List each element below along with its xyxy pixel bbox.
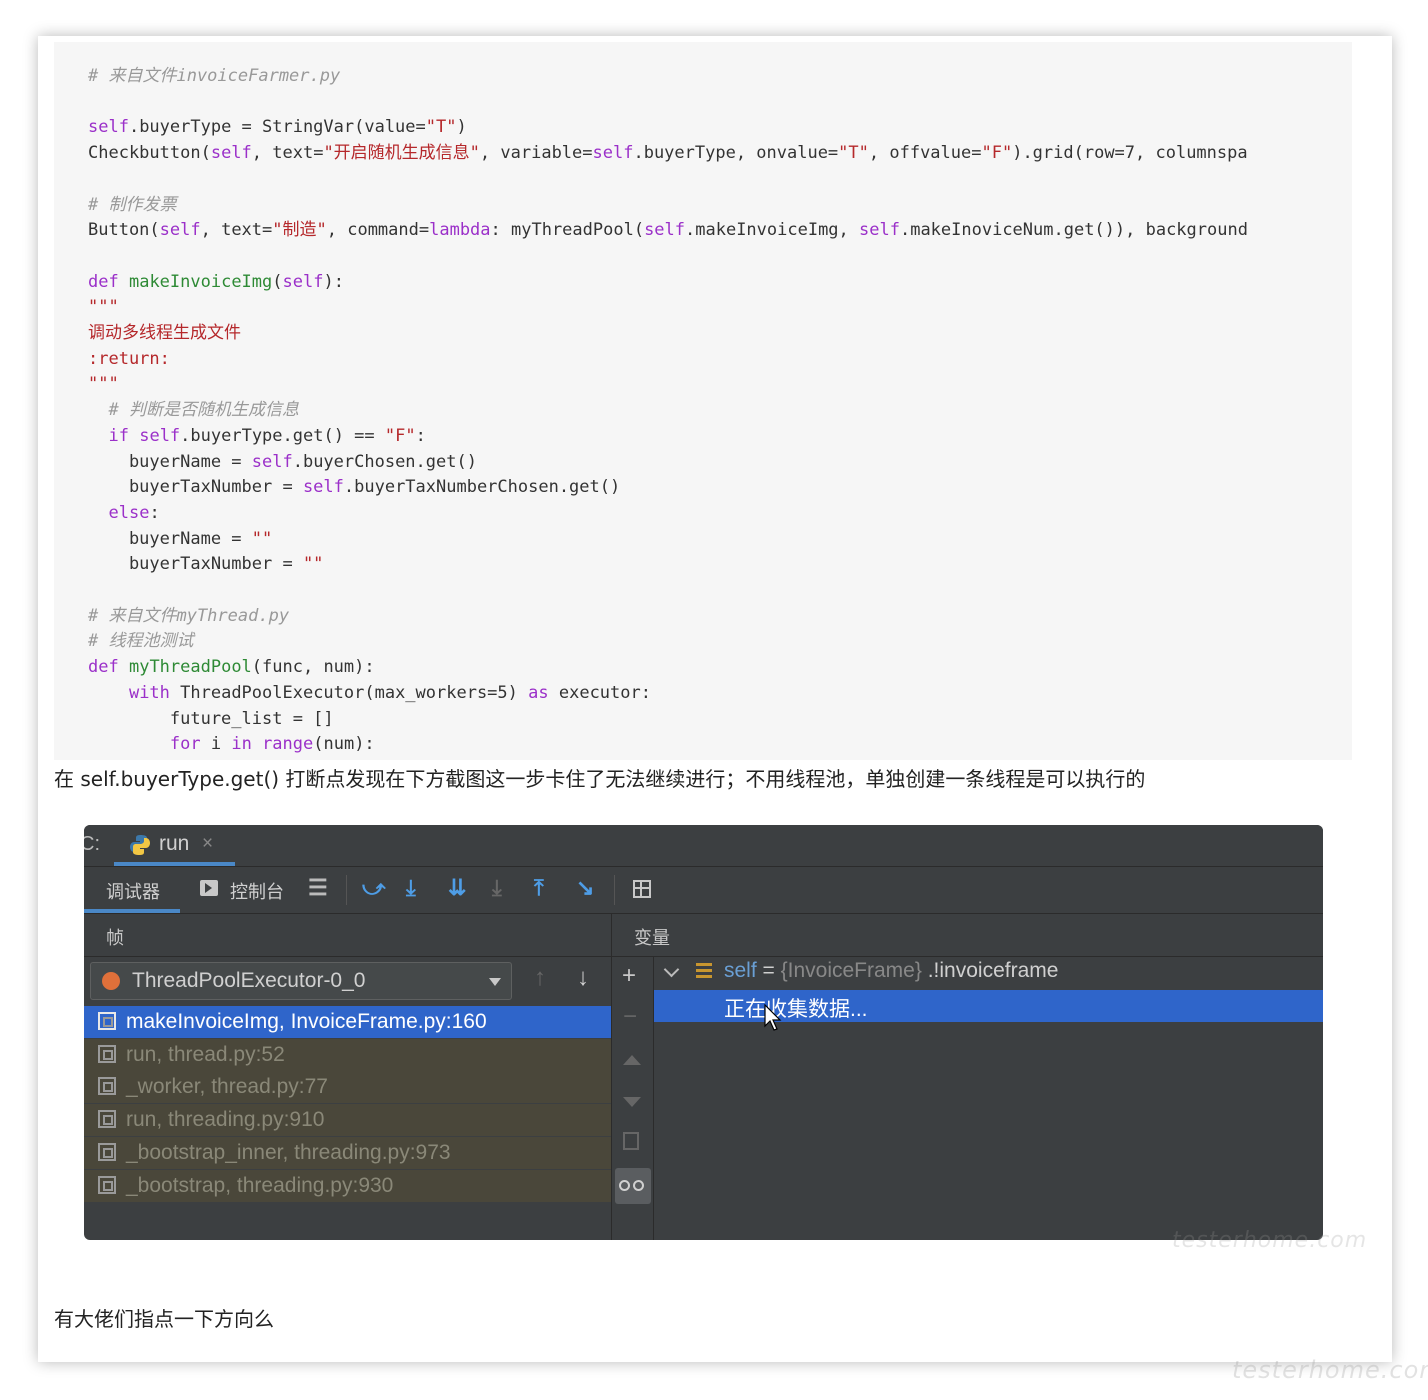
frame-row[interactable]: run, thread.py:52 [84, 1038, 611, 1071]
tab-console[interactable]: 控制台 [200, 867, 310, 913]
code-text: # 来自文件invoiceFarmer.py self.buyerType = … [88, 66, 1248, 755]
question-text: 在 self.buyerType.get() 打断点发现在下方截图这一步卡住了无… [54, 767, 1146, 791]
frame-icon [98, 1175, 116, 1194]
button-text: "制造" [272, 220, 327, 241]
frame-label: _bootstrap, threading.py:930 [126, 1173, 394, 1197]
toolbar-divider [346, 875, 347, 905]
run-to-cursor-icon[interactable]: ↘ [576, 875, 594, 901]
closing-text: 有大佬们指点一下方向么 [54, 1307, 274, 1331]
variable-value: .!invoiceframe [921, 959, 1059, 982]
frame-icon [98, 1044, 116, 1063]
frame-icon [98, 1012, 116, 1030]
docstring-text: 调动多线程生成文件 [88, 323, 241, 344]
code-comment: # 线程池测试 [88, 631, 194, 652]
step-over-icon[interactable]: ⤓ [406, 875, 416, 901]
variable-row[interactable]: self = {InvoiceFrame} .!invoiceframe [654, 956, 1323, 989]
frame-icon [98, 1110, 116, 1129]
tab-bar: C: run × [84, 825, 1323, 867]
mouse-cursor-icon [764, 1004, 782, 1031]
close-icon[interactable]: × [202, 833, 213, 855]
console-icon [200, 880, 218, 896]
add-watch-icon[interactable]: + [622, 962, 636, 990]
show-watches-icon[interactable] [615, 1168, 651, 1204]
tab-prefix: C: [84, 833, 100, 855]
debugger-toolbar: 调试器 控制台 ☰ ⤻ ⤓ ⇊ ⤓ ⤒ ↘ [84, 867, 1323, 914]
object-icon [696, 963, 712, 979]
frame-label: makeInvoiceImg, InvoiceFrame.py:160 [126, 1010, 487, 1033]
frame-label: run, threading.py:910 [126, 1108, 325, 1132]
frame-row[interactable]: _bootstrap, threading.py:930 [84, 1169, 611, 1202]
collecting-data-row[interactable]: 正在收集数据... [654, 990, 1323, 1031]
variables-header: 变量 [612, 914, 1323, 957]
variables-gutter: + − [612, 956, 654, 1240]
frames-panel: 帧 ThreadPoolExecutor-0_0 ↑ ↓ makeInvoice… [84, 914, 612, 1240]
frame-icon [98, 1077, 116, 1096]
frame-label: _bootstrap_inner, threading.py:973 [126, 1140, 451, 1164]
frame-label: run, thread.py:52 [126, 1042, 285, 1066]
thread-select[interactable]: ThreadPoolExecutor-0_0 [90, 962, 512, 1000]
next-frame-icon[interactable]: ↓ [577, 964, 589, 992]
force-step-into-icon[interactable]: ⤓ [492, 875, 502, 901]
copy-icon[interactable] [623, 1132, 639, 1150]
step-out-icon[interactable]: ⤒ [534, 875, 544, 901]
debugger-window: C: run × 调试器 控制台 ☰ ⤻ ⤓ ⇊ ⤓ ⤒ ↘ 帧 ThreadP… [84, 825, 1323, 1240]
code-comment: # 来自文件invoiceFarmer.py [88, 66, 341, 86]
step-into-icon[interactable]: ⇊ [448, 875, 466, 901]
checkbutton-text: "开启随机生成信息" [323, 143, 480, 164]
variable-equals: = [756, 959, 781, 982]
evaluate-expression-icon[interactable] [633, 880, 651, 898]
variables-panel: self = {InvoiceFrame} .!invoiceframe 正在收… [654, 956, 1323, 1240]
toolbar-divider [614, 875, 615, 905]
remove-watch-icon[interactable]: − [623, 1003, 637, 1031]
frame-label: _worker, thread.py:77 [126, 1075, 328, 1099]
variables-header-label: 变量 [634, 928, 670, 948]
frames-header-label: 帧 [106, 928, 124, 948]
python-icon [130, 835, 150, 855]
chevron-down-icon [489, 978, 501, 986]
frames-list: makeInvoiceImg, InvoiceFrame.py:160 run, … [84, 1006, 611, 1202]
docstring-return: :return: [88, 348, 170, 369]
watermark-1: testerhome.com [1172, 1228, 1368, 1253]
frame-row[interactable]: makeInvoiceImg, InvoiceFrame.py:160 [84, 1006, 611, 1038]
variable-type: {InvoiceFrame} [780, 959, 922, 982]
previous-frame-icon[interactable]: ↑ [534, 964, 546, 992]
move-up-icon[interactable] [623, 1055, 641, 1065]
post-card: # 来自文件invoiceFarmer.py self.buyerType = … [38, 36, 1392, 1362]
code-comment: # 来自文件myThread.py [88, 605, 290, 626]
thread-name: ThreadPoolExecutor-0_0 [132, 969, 366, 992]
variable-name: self [724, 959, 757, 982]
watermark-2: testerhome.com [1232, 1356, 1428, 1384]
tab-debugger[interactable]: 调试器 [84, 867, 180, 913]
code-comment: # 判断是否随机生成信息 [108, 400, 299, 421]
show-execution-point-icon[interactable]: ⤻ [362, 875, 386, 901]
expand-arrow-icon[interactable] [663, 961, 680, 978]
code-block: # 来自文件invoiceFarmer.py self.buyerType = … [54, 42, 1352, 760]
collecting-data-text: 正在收集数据... [724, 998, 868, 1021]
frames-header: 帧 [84, 914, 611, 957]
frame-row[interactable]: _bootstrap_inner, threading.py:973 [84, 1136, 611, 1169]
tab-run[interactable]: run × [114, 825, 235, 866]
frame-icon [98, 1142, 116, 1161]
move-down-icon[interactable] [623, 1097, 641, 1107]
frame-row[interactable]: run, threading.py:910 [84, 1104, 611, 1137]
code-comment: # 制作发票 [88, 194, 177, 215]
run-tab-label: run [159, 832, 190, 855]
frame-row[interactable]: _worker, thread.py:77 [84, 1071, 611, 1104]
debugger-tab-label: 调试器 [106, 882, 160, 902]
menu-icon[interactable]: ☰ [308, 875, 328, 901]
console-tab-label: 控制台 [230, 882, 284, 902]
thread-status-icon [102, 972, 120, 990]
